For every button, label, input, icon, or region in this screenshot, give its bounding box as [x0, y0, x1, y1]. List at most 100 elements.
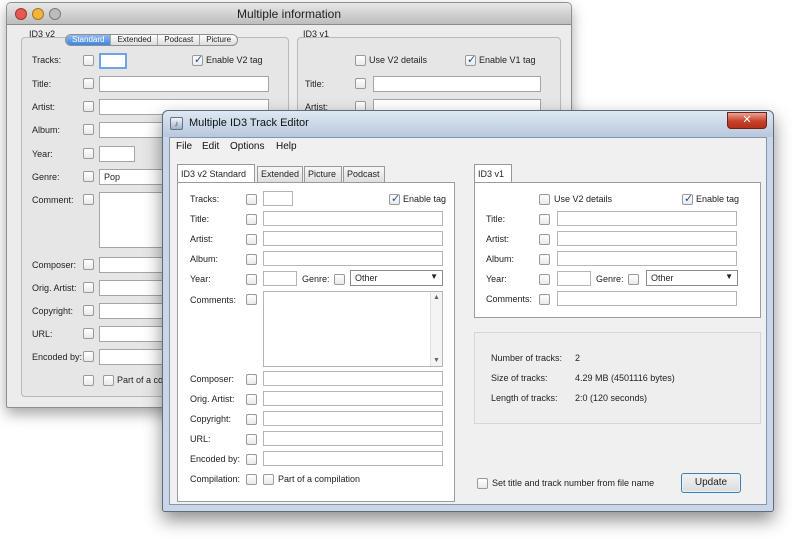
mac-album-checkbox[interactable]	[83, 124, 94, 135]
mac-title-checkbox[interactable]	[83, 78, 94, 89]
artist-checkbox[interactable]	[246, 234, 257, 245]
tab-id3v1[interactable]: ID3 v1	[474, 164, 512, 182]
mac-enable-v2-checkbox[interactable]	[192, 53, 203, 66]
v1-use-v2-details-checkbox[interactable]	[539, 194, 550, 205]
copyright-checkbox[interactable]	[246, 414, 257, 425]
mac-tab-picture[interactable]: Picture	[200, 35, 237, 45]
url-input[interactable]	[263, 431, 443, 446]
artist-input[interactable]	[263, 231, 443, 246]
v1-dropdown-arrow-icon: ▼	[725, 272, 733, 281]
mac-year-checkbox[interactable]	[83, 148, 94, 159]
v1-comments-checkbox[interactable]	[539, 294, 550, 305]
mac-url-checkbox[interactable]	[83, 328, 94, 339]
mac-orig-artist-label: Orig. Artist:	[32, 283, 77, 293]
orig-artist-checkbox[interactable]	[246, 394, 257, 405]
v1-title-input[interactable]	[557, 211, 737, 226]
v1-artist-checkbox[interactable]	[539, 234, 550, 245]
title-input[interactable]	[263, 211, 443, 226]
menu-help[interactable]: Help	[276, 141, 297, 152]
copyright-label: Copyright:	[190, 414, 232, 424]
mac-year-input[interactable]	[99, 146, 135, 162]
composer-input[interactable]	[263, 371, 443, 386]
copyright-input[interactable]	[263, 411, 443, 426]
genre-dropdown[interactable]: Other ▼	[350, 270, 443, 286]
menu-file[interactable]: File	[176, 141, 192, 152]
tracks-checkbox[interactable]	[246, 194, 257, 205]
scroll-up-icon[interactable]: ▲	[433, 294, 440, 301]
win-client-area: File Edit Options Help ID3 v2 Standard E…	[169, 137, 767, 505]
v1-album-input[interactable]	[557, 251, 737, 266]
v1-year-input[interactable]	[557, 271, 591, 286]
tab-extended[interactable]: Extended	[257, 166, 303, 182]
genre-dropdown-value: Other	[355, 273, 378, 283]
mac-enable-v1-label: Enable V1 tag	[479, 55, 536, 65]
enable-tag-checkbox[interactable]	[389, 192, 400, 205]
mac-title-label: Title:	[32, 79, 52, 89]
v1-title-label: Title:	[486, 214, 506, 224]
v1-enable-tag-checkbox[interactable]	[682, 192, 693, 205]
comments-textarea[interactable]: ▲ ▼	[263, 291, 443, 367]
mac-orig-artist-checkbox[interactable]	[83, 282, 94, 293]
v1-title-checkbox[interactable]	[539, 214, 550, 225]
genre-checkbox[interactable]	[334, 274, 345, 285]
orig-artist-input[interactable]	[263, 391, 443, 406]
v1-artist-label: Artist:	[486, 234, 510, 244]
tab-picture[interactable]: Picture	[304, 166, 342, 182]
mac-id3v1-group-label: ID3 v1	[303, 29, 330, 39]
tab-id3v2-standard[interactable]: ID3 v2 Standard	[177, 164, 255, 182]
mac-copyright-checkbox[interactable]	[83, 305, 94, 316]
genre-label: Genre:	[302, 274, 330, 284]
mac-genre-checkbox[interactable]	[83, 171, 94, 182]
mac-title-input[interactable]	[99, 76, 269, 92]
mac-part-of-compilation-checkbox[interactable]	[103, 375, 114, 386]
mac-id3v2-group-label: ID3 v2	[29, 29, 56, 39]
menu-options[interactable]: Options	[230, 141, 264, 152]
tab-podcast[interactable]: Podcast	[343, 166, 385, 182]
artist-label: Artist:	[190, 234, 214, 244]
title-checkbox[interactable]	[246, 214, 257, 225]
mac-encoded-by-checkbox[interactable]	[83, 351, 94, 362]
url-label: URL:	[190, 434, 211, 444]
mac-artist-checkbox[interactable]	[83, 101, 94, 112]
v1-artist-input[interactable]	[557, 231, 737, 246]
menu-edit[interactable]: Edit	[202, 141, 219, 152]
album-label: Album:	[190, 254, 219, 264]
mac-tab-standard[interactable]: Standard	[66, 35, 112, 45]
album-input[interactable]	[263, 251, 443, 266]
close-button[interactable]: ✕	[727, 112, 767, 129]
mac-tab-podcast[interactable]: Podcast	[158, 35, 201, 45]
year-checkbox[interactable]	[246, 274, 257, 285]
v1-genre-dropdown[interactable]: Other ▼	[646, 270, 738, 286]
mac-compilation-checkbox[interactable]	[83, 375, 94, 386]
composer-checkbox[interactable]	[246, 374, 257, 385]
v1-year-checkbox[interactable]	[539, 274, 550, 285]
mac-use-v2-details-checkbox[interactable]	[355, 55, 366, 66]
mac-comment-checkbox[interactable]	[83, 194, 94, 205]
mac-tab-extended[interactable]: Extended	[111, 35, 159, 45]
v1-comments-input[interactable]	[557, 291, 737, 306]
mac-genre-label: Genre:	[32, 172, 60, 182]
scroll-down-icon[interactable]: ▼	[433, 357, 440, 364]
win-multiple-id3-track-editor-window: ♪ Multiple ID3 Track Editor ✕ File Edit …	[162, 110, 774, 512]
mac-tracks-checkbox[interactable]	[83, 55, 94, 66]
comments-checkbox[interactable]	[246, 294, 257, 305]
url-checkbox[interactable]	[246, 434, 257, 445]
mac-v1-title-input[interactable]	[373, 76, 541, 92]
encoded-by-input[interactable]	[263, 451, 443, 466]
v1-genre-checkbox[interactable]	[628, 274, 639, 285]
length-value: 2:0 (120 seconds)	[575, 393, 648, 403]
mac-enable-v1-checkbox[interactable]	[465, 53, 476, 66]
part-of-compilation-checkbox[interactable]	[263, 474, 274, 485]
mac-composer-checkbox[interactable]	[83, 259, 94, 270]
update-button[interactable]: Update	[681, 473, 741, 493]
set-title-from-filename-checkbox[interactable]	[477, 478, 488, 489]
tracks-input[interactable]	[263, 191, 293, 206]
year-input[interactable]	[263, 271, 297, 286]
encoded-by-checkbox[interactable]	[246, 454, 257, 465]
v1-album-checkbox[interactable]	[539, 254, 550, 265]
compilation-checkbox[interactable]	[246, 474, 257, 485]
album-checkbox[interactable]	[246, 254, 257, 265]
comments-scrollbar[interactable]: ▲ ▼	[430, 292, 442, 366]
mac-v1-title-checkbox[interactable]	[355, 78, 366, 89]
mac-tracks-input[interactable]	[99, 53, 127, 69]
